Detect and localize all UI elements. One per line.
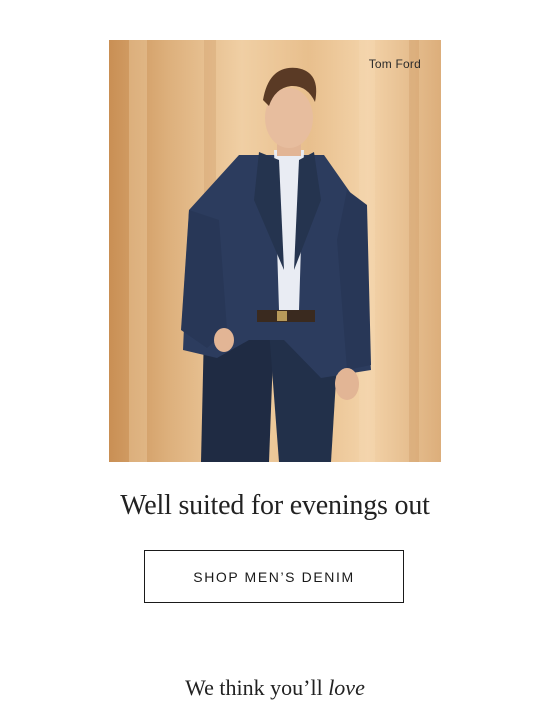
section-title-emphasis: love: [328, 675, 365, 700]
hero-image[interactable]: Tom Ford: [109, 40, 441, 462]
brand-label: Tom Ford: [368, 57, 421, 71]
section-title: We think you’ll love: [0, 675, 550, 701]
model-illustration: [129, 40, 419, 462]
section-title-prefix: We think you’ll: [185, 675, 329, 700]
page-headline: Well suited for evenings out: [120, 490, 430, 521]
shop-mens-denim-button[interactable]: SHOP MEN’S DENIM: [144, 550, 404, 603]
